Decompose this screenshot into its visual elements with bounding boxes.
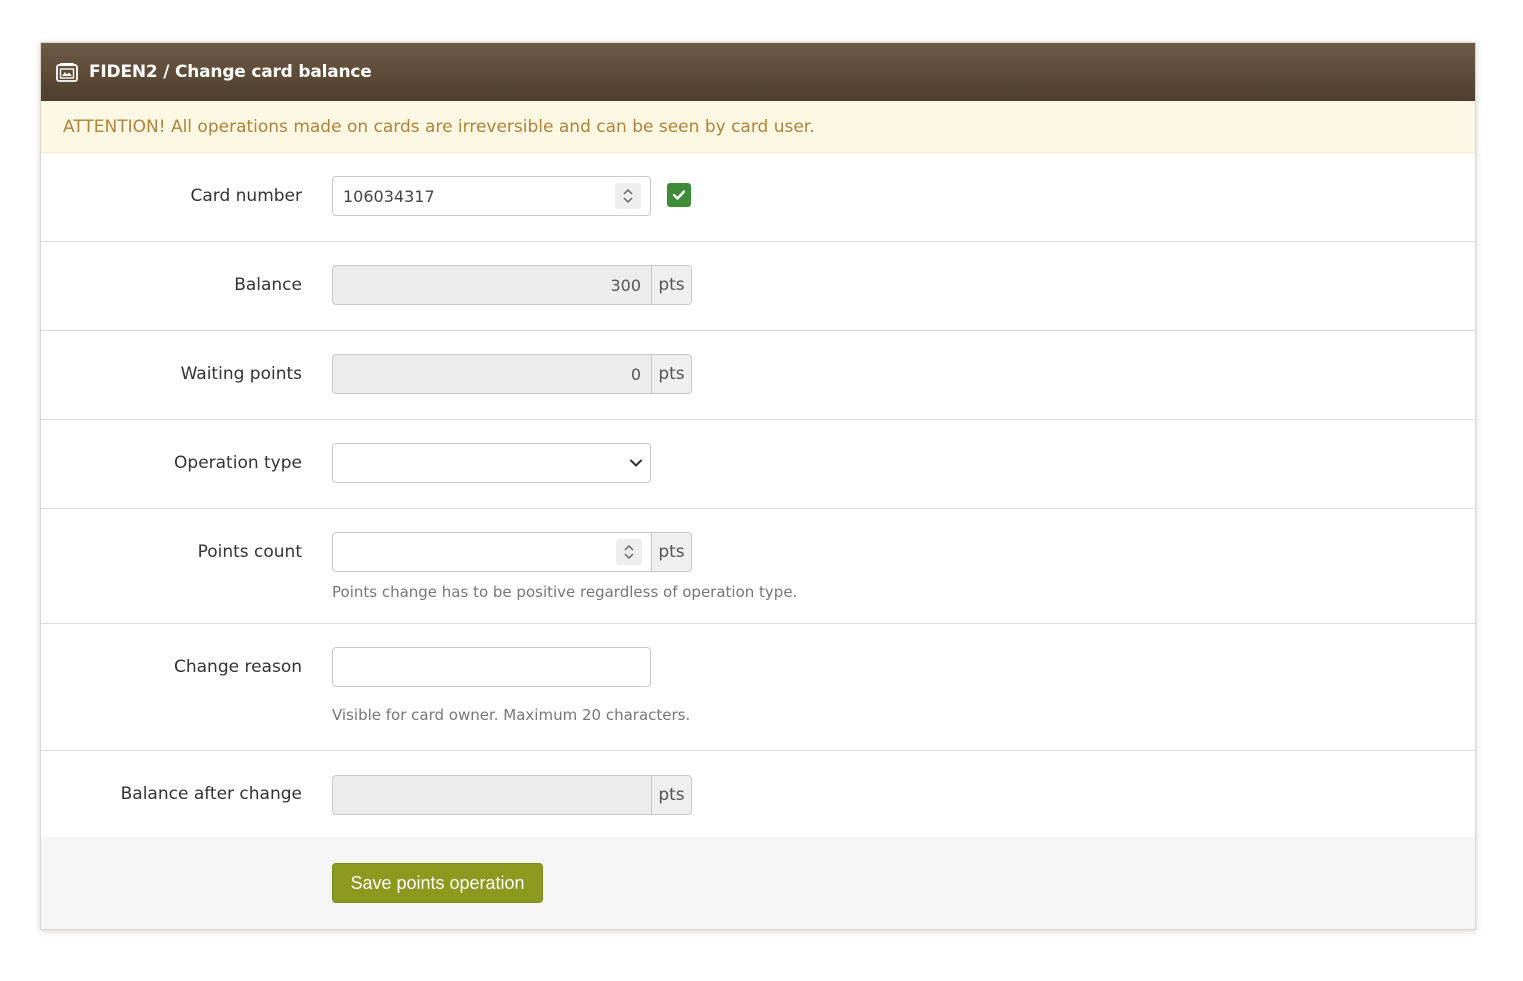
form-footer: Save points operation xyxy=(41,837,1475,929)
change-reason-help: Visible for card owner. Maximum 20 chara… xyxy=(332,706,691,724)
card-number-label: Card number xyxy=(190,186,302,206)
balance-row: Balance 300 pts xyxy=(41,242,1475,331)
balance-after-change-row: Balance after change pts xyxy=(41,751,1475,840)
stepper-arrows-icon xyxy=(624,544,634,560)
card-number-stepper[interactable] xyxy=(615,183,641,209)
change-reason-label: Change reason xyxy=(173,657,302,677)
points-count-label: Points count xyxy=(197,542,302,562)
change-reason-input[interactable] xyxy=(332,647,651,687)
waiting-points-field: 0 xyxy=(332,354,651,394)
waiting-points-input-group: 0 pts xyxy=(332,354,692,394)
card-icon xyxy=(56,62,78,82)
balance-input-group: 300 pts xyxy=(332,265,692,305)
waiting-points-unit: pts xyxy=(651,354,692,394)
points-count-help: Points change has to be positive regardl… xyxy=(332,583,798,601)
balance-after-change-input-group: pts xyxy=(332,775,692,815)
chevron-down-icon xyxy=(630,459,642,467)
balance-value: 300 xyxy=(610,275,641,295)
operation-type-control xyxy=(332,443,651,483)
panel-header: FIDEN2 / Change card balance xyxy=(41,43,1475,101)
change-reason-control xyxy=(332,647,651,687)
card-number-control: 106034317 xyxy=(332,176,651,216)
balance-after-change-unit: pts xyxy=(651,775,692,815)
change-card-balance-panel: FIDEN2 / Change card balance ATTENTION! … xyxy=(40,42,1476,930)
warning-alert: ATTENTION! All operations made on cards … xyxy=(41,101,1475,153)
operation-type-select[interactable] xyxy=(332,443,651,483)
points-count-input[interactable] xyxy=(332,532,651,572)
operation-type-label: Operation type xyxy=(174,453,302,473)
stepper-arrows-icon xyxy=(623,188,633,204)
save-points-operation-button[interactable]: Save points operation xyxy=(332,863,543,903)
panel-title: FIDEN2 / Change card balance xyxy=(89,62,372,82)
card-number-value: 106034317 xyxy=(343,186,435,206)
points-count-stepper[interactable] xyxy=(616,539,642,565)
points-count-input-group: pts xyxy=(332,532,692,572)
balance-field: 300 xyxy=(332,265,651,305)
waiting-points-row: Waiting points 0 pts xyxy=(41,331,1475,420)
operation-type-row: Operation type xyxy=(41,420,1475,509)
change-reason-row: Change reason Visible for card owner. Ma… xyxy=(41,624,1475,751)
card-number-input[interactable]: 106034317 xyxy=(332,176,651,216)
balance-after-change-field xyxy=(332,775,651,815)
points-count-unit: pts xyxy=(651,532,692,572)
balance-unit: pts xyxy=(651,265,692,305)
balance-after-change-label: Balance after change xyxy=(120,784,302,804)
card-verified-check-icon xyxy=(667,183,691,207)
waiting-points-label: Waiting points xyxy=(180,364,302,384)
warning-alert-text: ATTENTION! All operations made on cards … xyxy=(63,116,815,137)
card-number-row: Card number 106034317 xyxy=(41,153,1475,242)
waiting-points-value: 0 xyxy=(630,364,641,384)
points-count-row: Points count pts Points change has to be… xyxy=(41,509,1475,624)
balance-label: Balance xyxy=(234,275,302,295)
